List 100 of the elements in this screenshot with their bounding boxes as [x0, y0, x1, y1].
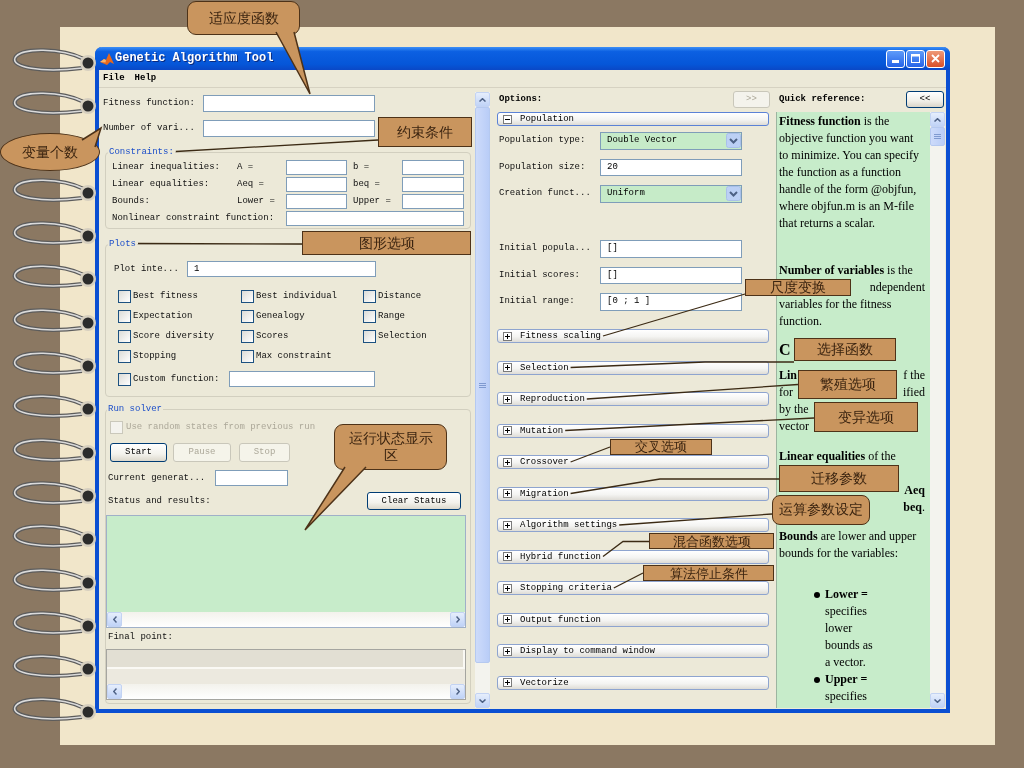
scrollbar[interactable] — [107, 684, 465, 699]
menu-item[interactable]: File — [103, 73, 125, 84]
scroll-thumb[interactable] — [930, 127, 945, 146]
menu-item[interactable]: Help — [134, 73, 157, 84]
callout-tail — [81, 126, 103, 148]
section-header[interactable]: Selection — [497, 360, 769, 375]
help-heading: C — [779, 341, 791, 359]
checkbox[interactable] — [118, 372, 131, 386]
chevron-left-icon — [112, 688, 117, 695]
window-title: Genetic Algorithm Tool — [115, 51, 274, 66]
text-field[interactable]: 1 — [187, 261, 376, 277]
section-header[interactable]: Algorithm settings — [497, 518, 769, 532]
scroll-up-button[interactable] — [475, 92, 490, 107]
help-text: Bounds are lower and upper bounds for the variables: — [779, 528, 918, 562]
help-text: Aeq — [904, 482, 925, 499]
group-title: Plots — [108, 238, 137, 250]
callout: 约束条件 — [378, 117, 472, 147]
close-icon — [931, 54, 940, 63]
section-header[interactable]: Migration — [497, 486, 769, 501]
field-label: A = — [237, 162, 255, 173]
scroll-down-button[interactable] — [930, 693, 945, 708]
clear-status-button[interactable]: Clear Status — [367, 492, 461, 510]
field-label: Current generat... — [108, 472, 207, 484]
text-field[interactable]: 20 — [600, 158, 742, 176]
section-header[interactable]: Vectorize — [497, 675, 769, 690]
section-header[interactable]: Crossover — [497, 455, 769, 469]
scrollbar[interactable] — [930, 112, 945, 708]
callout-tail — [275, 31, 311, 95]
chevron-down-icon — [479, 698, 486, 703]
checkbox[interactable] — [118, 289, 131, 303]
chevron-down-icon — [726, 186, 741, 202]
text-field[interactable] — [203, 95, 375, 112]
callout: 适应度函数 — [187, 1, 300, 35]
group-title: Constraints: — [108, 146, 175, 158]
field-label: Status and results: — [108, 495, 211, 507]
text-field[interactable] — [402, 160, 464, 175]
scroll-down-button[interactable] — [475, 693, 490, 708]
section-header[interactable]: Stopping criteria — [497, 581, 769, 595]
bullet-icon — [814, 592, 820, 598]
scrollbar[interactable] — [107, 612, 465, 627]
checkbox-label: Selection — [378, 330, 427, 342]
checkbox-label: Use random states from previous run — [126, 421, 316, 433]
callout: 图形选项 — [302, 231, 471, 255]
text-field[interactable] — [286, 160, 347, 175]
section-header[interactable]: Fitness scaling — [497, 329, 769, 343]
scroll-left-button[interactable] — [107, 612, 122, 627]
panel-title: Options: — [499, 94, 543, 105]
maximize-button[interactable] — [906, 49, 925, 68]
text-field[interactable] — [203, 120, 375, 137]
callout: 繁殖选项 — [798, 370, 897, 399]
start-button[interactable]: Start — [110, 443, 167, 462]
minimize-button[interactable] — [886, 49, 905, 68]
grip-icon — [934, 134, 941, 139]
section-header[interactable]: Population — [497, 112, 769, 126]
section-header[interactable]: Reproduction — [497, 392, 769, 406]
section-header[interactable]: Output function — [497, 612, 769, 627]
checkbox[interactable] — [118, 309, 131, 323]
help-text: by the — [779, 401, 809, 418]
checkbox[interactable] — [241, 289, 254, 303]
scroll-left-button[interactable] — [107, 684, 122, 699]
checkbox[interactable] — [363, 309, 376, 323]
collapse-button[interactable]: << — [906, 91, 944, 108]
text-field[interactable]: [] — [600, 240, 742, 258]
text-field[interactable] — [229, 371, 375, 387]
help-text: for — [779, 384, 793, 401]
scroll-right-button[interactable] — [450, 612, 465, 627]
field-label: Fitness function: — [103, 98, 196, 109]
checkbox[interactable] — [363, 329, 376, 343]
checkbox[interactable] — [118, 349, 131, 363]
leader-line — [613, 572, 644, 589]
text-field[interactable] — [402, 194, 464, 209]
close-button[interactable] — [926, 49, 945, 68]
section-header[interactable]: Display to command window — [497, 644, 769, 658]
chevron-up-icon — [479, 97, 486, 102]
chevron-left-icon — [112, 616, 117, 623]
text-field[interactable] — [286, 194, 347, 209]
scroll-right-button[interactable] — [450, 684, 465, 699]
text-field[interactable]: [] — [600, 266, 742, 284]
leader-line — [569, 446, 611, 463]
section-header[interactable]: Hybrid function — [497, 549, 769, 564]
checkbox[interactable] — [118, 329, 131, 343]
callout: 算法停止条件 — [643, 565, 774, 581]
checkbox[interactable] — [241, 349, 254, 363]
checkbox[interactable] — [363, 289, 376, 303]
help-text: vector — [779, 418, 809, 435]
text-field[interactable] — [402, 177, 464, 192]
chevron-right-icon — [455, 616, 460, 623]
text-field[interactable] — [286, 177, 347, 192]
section-header[interactable]: Mutation — [497, 423, 769, 438]
text-field[interactable]: [0 ; 1 ] — [600, 293, 742, 311]
text-field[interactable] — [215, 470, 288, 486]
checkbox[interactable] — [241, 329, 254, 343]
checkbox-label: Genealogy — [256, 310, 305, 322]
checkbox[interactable] — [241, 309, 254, 323]
checkbox-label: Custom function: — [133, 373, 221, 385]
scroll-up-button[interactable] — [930, 112, 945, 127]
dropdown[interactable]: Uniform — [600, 185, 742, 203]
dropdown[interactable]: Double Vector — [600, 132, 742, 150]
text-field[interactable] — [286, 211, 464, 226]
checkbox-label: Max constraint — [256, 350, 332, 362]
